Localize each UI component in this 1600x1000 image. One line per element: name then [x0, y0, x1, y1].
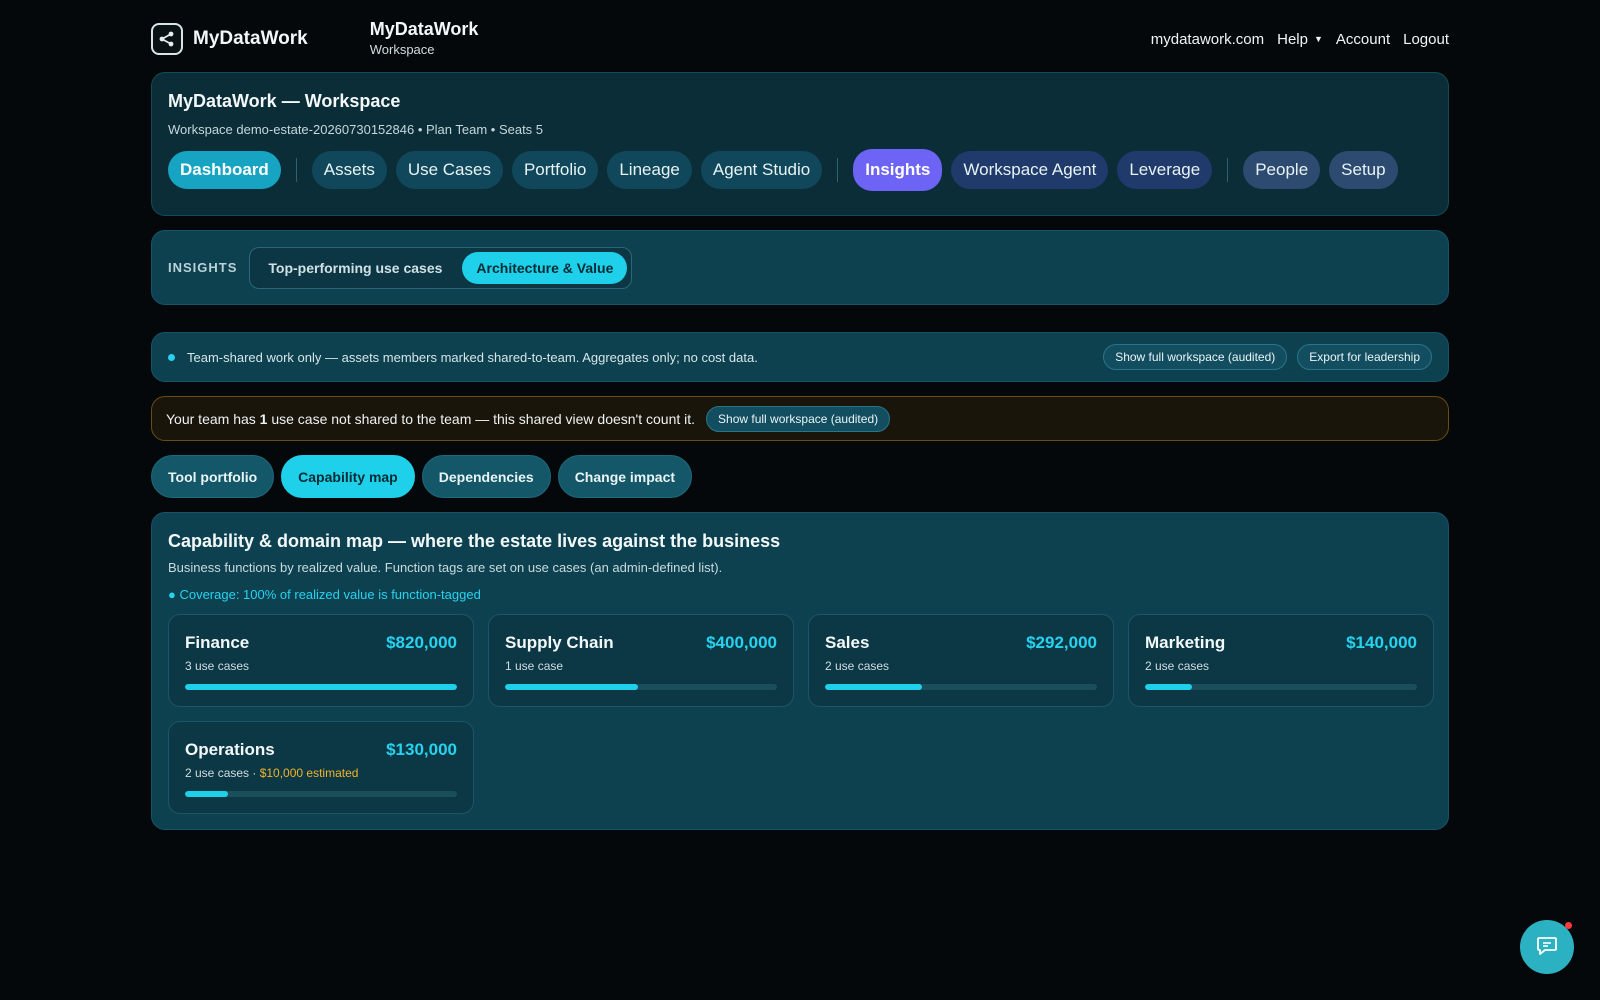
share-icon — [151, 23, 183, 55]
value-bar-fill — [505, 684, 639, 690]
subtab-dependencies[interactable]: Dependencies — [421, 455, 551, 498]
value-bar — [1145, 684, 1417, 690]
tab-dashboard[interactable]: Dashboard — [168, 151, 281, 189]
function-name: Sales — [825, 633, 870, 652]
function-count: 1 use case — [505, 659, 564, 673]
export-leadership-button[interactable]: Export for leadership — [1297, 344, 1432, 370]
scope-notice: Team-shared work only — assets members m… — [151, 332, 1449, 382]
function-name: Operations — [185, 740, 275, 759]
segment-top-performing[interactable]: Top-performing use cases — [254, 252, 456, 284]
tab-workspace-agent[interactable]: Workspace Agent — [951, 151, 1109, 189]
subtab-capability-map[interactable]: Capability map — [281, 455, 415, 498]
notice-actions: Show full workspace (audited) Export for… — [1103, 344, 1432, 370]
status-dot-icon — [168, 353, 175, 361]
insights-segmented-control: Top-performing use cases Architecture & … — [249, 246, 633, 289]
function-value: $140,000 — [1346, 633, 1417, 652]
value-bar-fill — [185, 684, 457, 690]
insights-label: INSIGHTS — [168, 260, 238, 275]
function-card-marketing[interactable]: Marketing $140,000 2 use cases — [1128, 614, 1434, 707]
estimated-value: $10,000 estimated — [259, 766, 359, 780]
top-bar: MyDataWork MyDataWork Workspace mydatawo… — [151, 18, 1449, 60]
divider — [295, 158, 297, 182]
value-bar — [505, 684, 777, 690]
workspace-title: MyDataWork — Workspace — [168, 91, 401, 111]
subtab-change-impact[interactable]: Change impact — [557, 455, 693, 498]
segment-architecture-value[interactable]: Architecture & Value — [462, 251, 628, 284]
value-bar — [185, 791, 457, 797]
value-bar-fill — [825, 684, 922, 690]
brand[interactable]: MyDataWork — [151, 23, 308, 55]
capability-subtitle: Business functions by realized value. Fu… — [168, 560, 723, 575]
caret-down-icon: ▼ — [1313, 34, 1323, 44]
app-subtitle: Workspace — [369, 42, 435, 58]
divider — [1227, 158, 1229, 182]
tab-use-cases[interactable]: Use Cases — [395, 151, 503, 189]
divider — [837, 158, 839, 182]
warning-prefix: Your team has — [166, 410, 260, 427]
value-bar-fill — [1145, 684, 1192, 690]
architecture-subtabs: Tool portfolio Capability map Dependenci… — [151, 455, 1449, 498]
function-card-sales[interactable]: Sales $292,000 2 use cases — [808, 614, 1114, 707]
function-value: $130,000 — [386, 740, 457, 759]
tab-insights[interactable]: Insights — [853, 149, 943, 191]
notification-dot — [1565, 922, 1572, 929]
tab-assets[interactable]: Assets — [311, 151, 387, 189]
function-count-text: 2 use cases · — [185, 766, 260, 780]
function-value: $400,000 — [706, 633, 777, 652]
logout-link[interactable]: Logout — [1403, 31, 1449, 48]
site-link[interactable]: mydatawork.com — [1151, 31, 1264, 48]
chat-bubble-icon — [1535, 933, 1559, 962]
function-name: Supply Chain — [505, 633, 614, 652]
warning-show-full-button[interactable]: Show full workspace (audited) — [706, 405, 891, 432]
function-count: 2 use cases · $10,000 estimated — [185, 766, 457, 780]
value-bar — [185, 684, 457, 690]
scope-notice-text: Team-shared work only — assets members m… — [187, 349, 758, 365]
tab-lineage[interactable]: Lineage — [607, 151, 692, 189]
unshared-warning: Your team has 1 use case not shared to t… — [151, 396, 1449, 441]
value-bar — [825, 684, 1097, 690]
value-bar-fill — [185, 791, 229, 797]
account-link[interactable]: Account — [1336, 31, 1390, 48]
function-card-supply-chain[interactable]: Supply Chain $400,000 1 use case — [488, 614, 794, 707]
brand-name: MyDataWork — [193, 28, 308, 49]
function-name: Finance — [185, 633, 250, 652]
function-card-finance[interactable]: Finance $820,000 3 use cases — [168, 614, 474, 707]
tab-portfolio[interactable]: Portfolio — [511, 151, 599, 189]
function-value: $292,000 — [1026, 633, 1097, 652]
warning-text: Your team has 1 use case not shared to t… — [166, 411, 695, 427]
app-title: MyDataWork Workspace — [370, 20, 479, 57]
function-count: 3 use cases — [185, 659, 250, 673]
app-title-text: MyDataWork — [369, 19, 479, 40]
help-menu[interactable]: Help ▼ — [1277, 31, 1323, 48]
workspace-header: MyDataWork — Workspace Workspace demo-es… — [151, 72, 1449, 216]
workspace-nav: Dashboard Assets Use Cases Portfolio Lin… — [168, 149, 1432, 191]
capability-title: Capability & domain map — where the esta… — [168, 531, 781, 551]
chat-button[interactable] — [1520, 920, 1574, 974]
tab-agent-studio[interactable]: Agent Studio — [700, 151, 823, 189]
function-card-operations[interactable]: Operations $130,000 2 use cases · $10,000… — [168, 721, 474, 814]
function-grid: Finance $820,000 3 use cases Supply Chain… — [168, 614, 1434, 814]
tab-people[interactable]: People — [1243, 151, 1321, 189]
tab-leverage[interactable]: Leverage — [1117, 151, 1213, 189]
coverage-text: ● Coverage: 100% of realized value is fu… — [168, 587, 481, 602]
help-label: Help — [1277, 30, 1308, 48]
tab-setup[interactable]: Setup — [1329, 151, 1398, 189]
capability-map-panel: Capability & domain map — where the esta… — [151, 512, 1449, 830]
warning-suffix: use case not shared to the team — this s… — [267, 410, 696, 427]
function-count: 2 use cases — [825, 659, 890, 673]
function-count: 2 use cases — [1145, 659, 1210, 673]
subtab-tool-portfolio[interactable]: Tool portfolio — [151, 455, 275, 498]
workspace-meta: Workspace demo-estate-20260730152846 • P… — [168, 122, 544, 137]
insights-bar: INSIGHTS Top-performing use cases Archit… — [151, 230, 1449, 305]
function-value: $820,000 — [386, 633, 457, 652]
top-nav: mydatawork.com Help ▼ Account Logout — [1151, 31, 1449, 48]
function-name: Marketing — [1145, 633, 1226, 652]
show-full-workspace-button[interactable]: Show full workspace (audited) — [1103, 344, 1288, 370]
